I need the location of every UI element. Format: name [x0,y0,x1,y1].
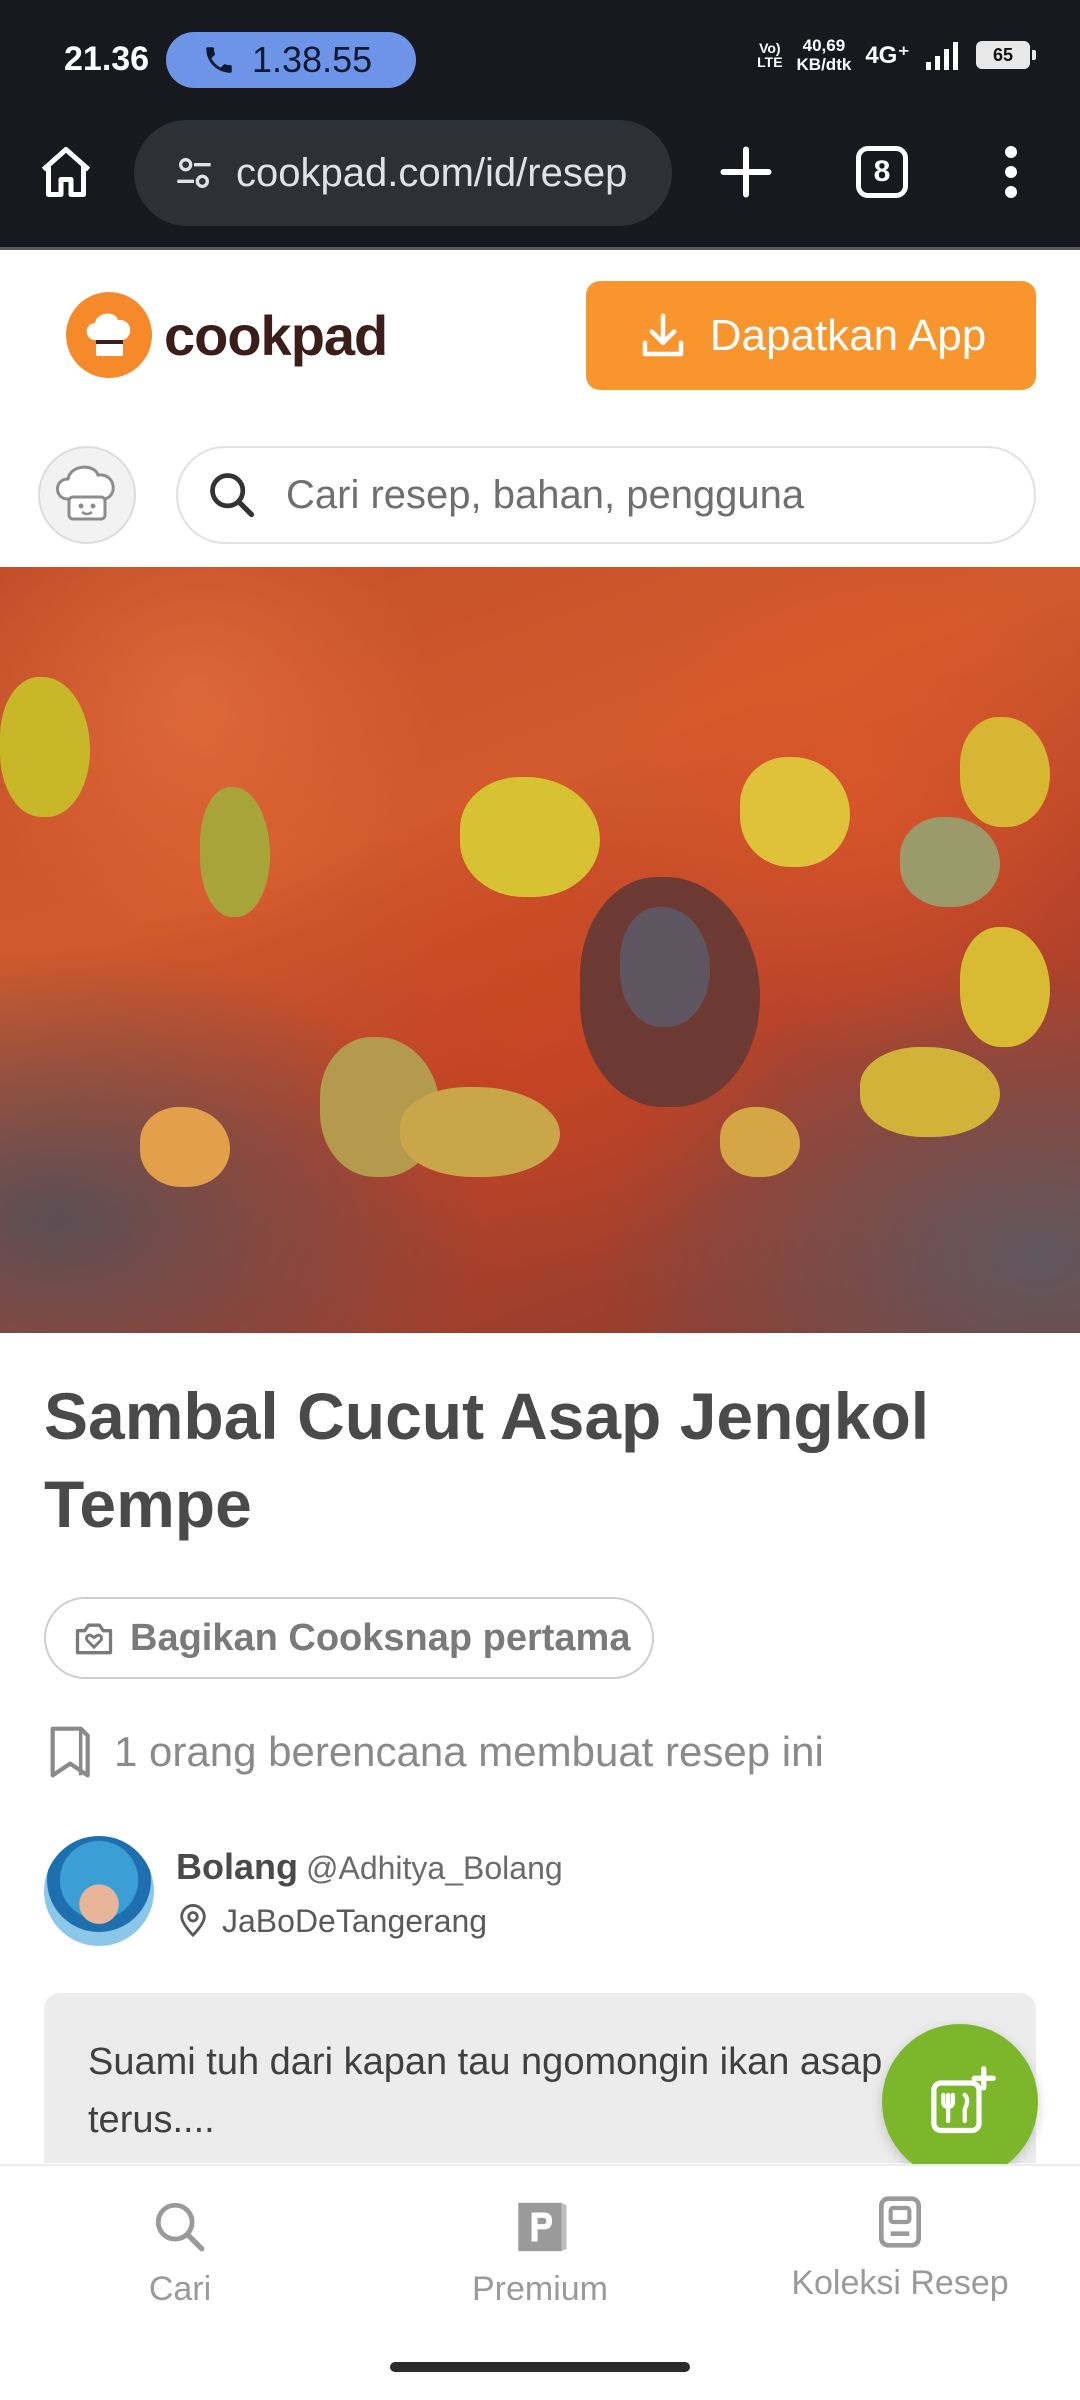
site-settings-icon[interactable] [174,153,214,193]
nav-collection[interactable]: Koleksi Resep [770,2194,1030,2303]
recipe-title: Sambal Cucut Asap Jengkol Tempe [44,1379,930,1541]
chef-hat-logo-icon [66,292,152,378]
signal-icon [926,42,958,70]
get-app-label: Dapatkan App [709,310,987,360]
logo-wordmark: cookpad [164,303,388,367]
call-duration: 1.38.55 [252,39,373,80]
share-cooksnap-button[interactable]: Bagikan Cooksnap pertama [44,1597,654,1679]
location-pin-icon [180,1904,206,1938]
recipe-photo[interactable] [0,567,1080,1333]
cookpad-logo[interactable]: cookpad [66,292,388,378]
collection-icon [879,2196,921,2248]
battery-indicator: 65 [976,41,1036,69]
add-recipe-fab[interactable] [882,2024,1038,2180]
nav-premium-label: Premium [471,2270,609,2308]
user-avatar-button[interactable] [38,446,136,544]
browser-toolbar: cookpad.com/id/resep 8 [0,120,1080,250]
nav-premium[interactable]: Premium [410,2198,670,2309]
plan-count-text: 1 orang berencana membuat resep ini [114,1728,824,1775]
tab-switcher-button[interactable]: 8 [856,146,908,198]
plan-count-row: 1 orang berencana membuat resep ini [44,1724,824,1780]
ongoing-call-pill[interactable]: 1.38.55 [166,32,416,88]
author-location-text: JaBoDeTangerang [222,1902,488,1939]
cooksnap-label: Bagikan Cooksnap pertama [130,1616,631,1659]
home-icon[interactable] [36,142,96,202]
address-bar[interactable]: cookpad.com/id/resep [134,120,672,226]
new-tab-icon[interactable] [716,142,776,202]
add-recipe-icon [931,2066,996,2134]
download-icon [642,313,684,356]
status-bar: 21.36 1.38.55 Vo) LTE 40,69 KB/dtk 4G⁺ 6… [0,0,1080,120]
search-icon [155,2202,205,2252]
author-handle[interactable]: @Adhitya_Bolang [306,1850,563,1886]
search-input[interactable]: Cari resep, bahan, pengguna [176,446,1036,544]
more-menu-icon[interactable] [996,142,1026,202]
search-placeholder: Cari resep, bahan, pengguna [286,472,805,517]
author-location: JaBoDeTangerang [176,1902,487,1940]
chef-avatar-icon [56,465,115,521]
url-text: cookpad.com/id/resep [236,150,628,195]
nav-search-label: Cari [148,2270,212,2308]
bookmark-icon[interactable] [44,1724,94,1780]
volte-indicator: Vo) LTE [757,40,783,70]
get-app-button[interactable]: Dapatkan App [586,281,1036,390]
author-info[interactable]: Bolang @Adhitya_Bolang JaBoDeTangerang [44,1836,1044,1946]
network-type: 4G⁺ [865,41,910,69]
author-name[interactable]: Bolang [176,1846,298,1887]
author-avatar[interactable] [44,1836,154,1946]
network-speed: 40,69 KB/dtk [796,36,852,74]
phone-icon [206,47,232,73]
search-icon [210,473,255,518]
premium-icon [518,2202,567,2252]
status-indicators: Vo) LTE 40,69 KB/dtk 4G⁺ 65 [757,36,1036,74]
author-name-row[interactable]: Bolang @Adhitya_Bolang [176,1846,563,1888]
status-time: 21.36 [64,40,150,78]
gesture-home-indicator[interactable] [390,2362,690,2372]
camera-heart-icon [75,1623,113,1655]
nav-collection-label: Koleksi Resep [791,2264,1009,2302]
nav-search[interactable]: Cari [50,2198,310,2309]
